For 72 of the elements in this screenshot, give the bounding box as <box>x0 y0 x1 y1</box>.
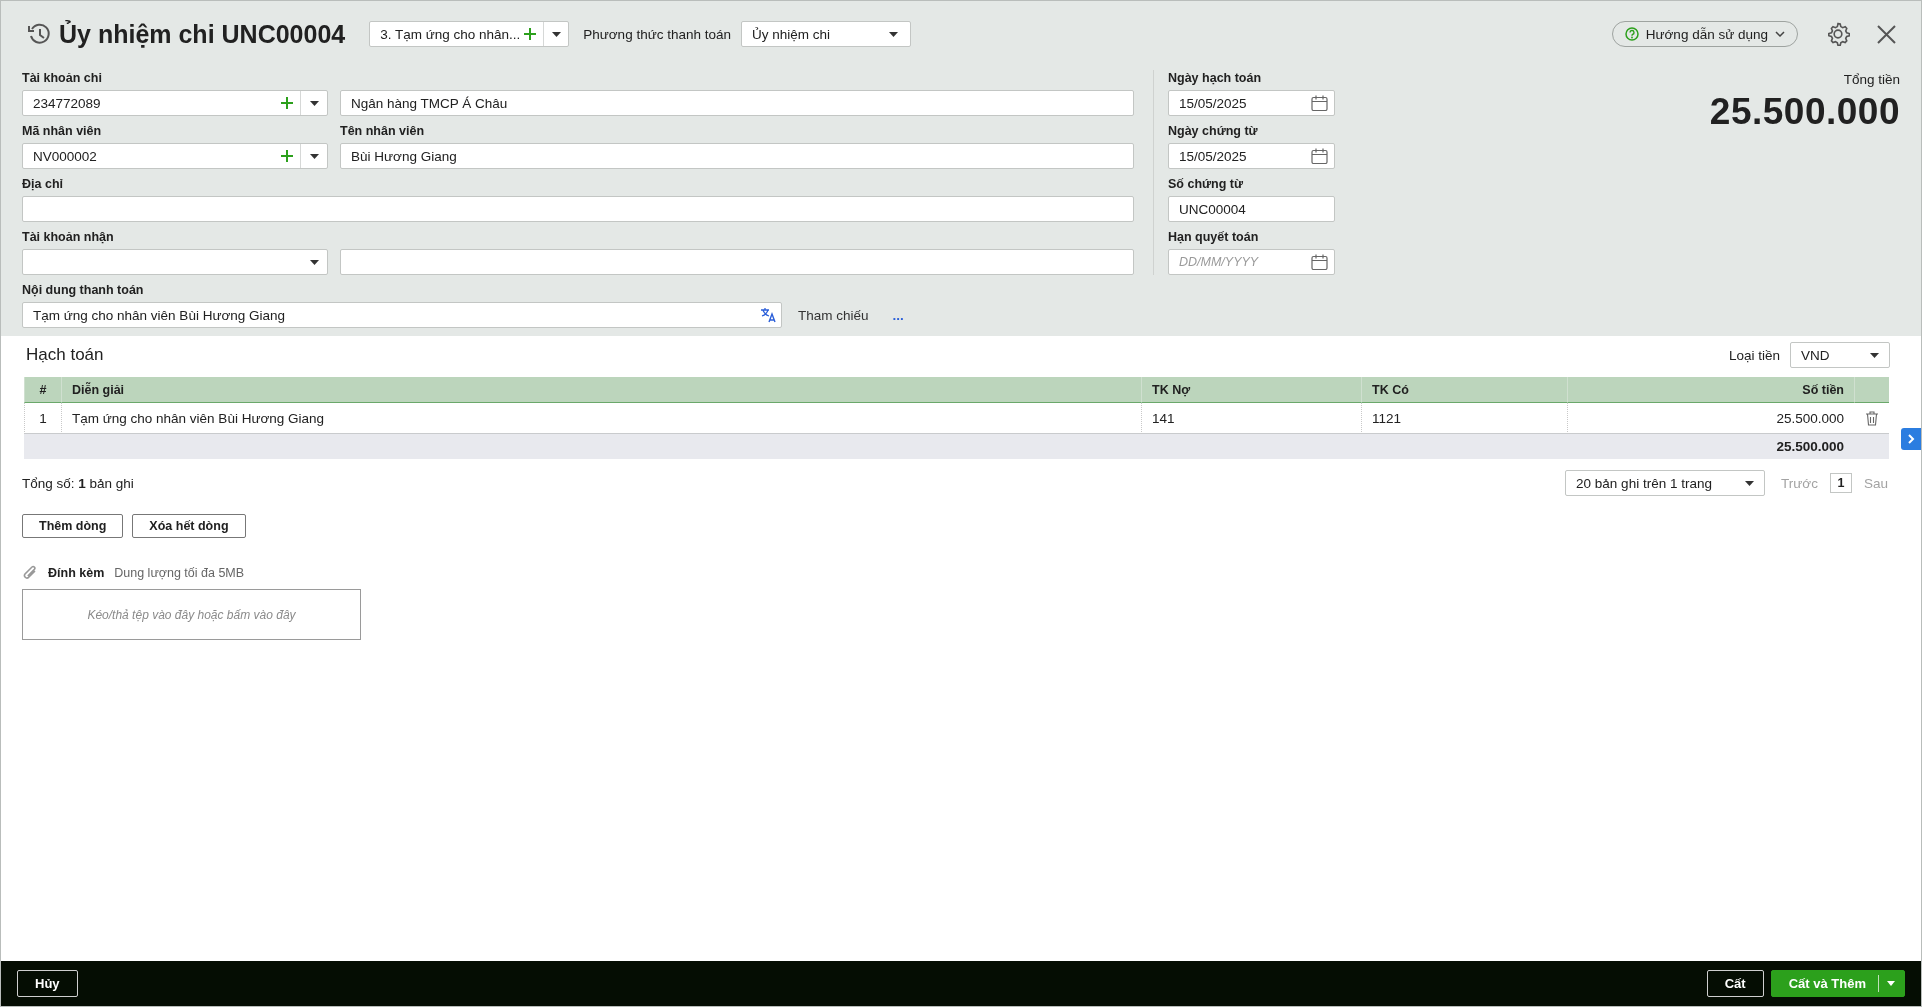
column-header: TK Nợ <box>1141 377 1361 403</box>
dropdown-field[interactable] <box>22 249 328 275</box>
input-field[interactable] <box>340 249 1134 275</box>
attachment-label: Đính kèm <box>48 566 105 580</box>
record-count: Tổng số: 1 bản ghi <box>22 475 134 491</box>
field-label: Ngày chứng từ <box>1168 123 1259 139</box>
paperclip-icon <box>22 565 38 581</box>
column-header: Số tiền <box>1567 377 1854 403</box>
total-label: Tổng tiền <box>1843 72 1900 87</box>
chevron-down-icon <box>1775 31 1785 37</box>
close-icon[interactable] <box>1876 23 1897 45</box>
caret-icon[interactable] <box>1870 352 1879 358</box>
field-label: Tài khoản chi <box>22 70 103 86</box>
calendar-icon[interactable] <box>1310 254 1328 270</box>
chevron-right-icon <box>1907 434 1915 444</box>
field-label: Tài khoản nhận <box>22 229 115 245</box>
row-action-button[interactable]: Xóa hết dòng <box>132 514 246 538</box>
input-field[interactable]: Tạm ứng cho nhân viên Bùi Hương Giang <box>22 302 782 328</box>
caret-icon[interactable] <box>889 31 898 37</box>
calendar-icon[interactable] <box>1310 95 1328 111</box>
history-icon <box>28 22 51 46</box>
trash-icon[interactable] <box>1864 410 1879 426</box>
combo-field[interactable]: NV000002 <box>22 143 328 169</box>
currency-label: Loại tiền <box>1728 347 1780 363</box>
field-label: Địa chỉ <box>22 176 64 192</box>
caret-icon[interactable] <box>309 100 319 106</box>
date-field[interactable]: 15/05/2025 <box>1168 143 1335 169</box>
caret-icon[interactable] <box>309 259 319 265</box>
field-label: Ngày hạch toán <box>1168 70 1263 86</box>
total-cell: 25.500.000 <box>24 434 1889 459</box>
field-label: Số chứng từ <box>1168 176 1245 192</box>
translate-icon[interactable] <box>760 307 776 323</box>
date-field[interactable]: 15/05/2025 <box>1168 90 1335 116</box>
field-label: Mã nhân viên <box>22 123 103 139</box>
section-title: Hạch toán <box>26 345 104 365</box>
currency-dropdown[interactable]: VND <box>1790 342 1890 368</box>
purpose-dropdown[interactable]: 3. Tạm ứng cho nhân... <box>369 21 570 47</box>
plus-icon[interactable] <box>523 27 538 41</box>
payment-method-label: Phương thức thanh toán <box>583 26 731 42</box>
size-limit-text: Dung lượng tối đa 5MB <box>114 566 245 580</box>
combo-field[interactable]: 234772089 <box>22 90 328 116</box>
expand-panel-tab[interactable] <box>1901 428 1921 450</box>
column-header: # <box>24 377 61 403</box>
settings-icon[interactable] <box>1826 22 1850 46</box>
column-header: Diễn giải <box>61 377 1141 403</box>
calendar-icon[interactable] <box>1310 148 1328 164</box>
page-number[interactable]: 1 <box>1829 473 1852 493</box>
total-amount: 25.500.000 <box>1709 91 1900 133</box>
cancel-button[interactable]: Hủy <box>17 970 78 997</box>
page-size-dropdown[interactable]: 20 bản ghi trên 1 trang <box>1565 470 1766 496</box>
input-field[interactable] <box>22 196 1134 222</box>
caret-icon[interactable] <box>309 153 319 159</box>
caret-icon[interactable] <box>551 31 561 37</box>
reference-link[interactable]: Tham chiếu <box>798 302 869 328</box>
input-field[interactable]: UNC00004 <box>1168 196 1335 222</box>
input-field[interactable]: Ngân hàng TMCP Á Châu <box>340 90 1134 116</box>
row-action-button[interactable]: Thêm dòng <box>22 514 124 538</box>
field-label: Nội dung thanh toán <box>22 282 145 298</box>
plus-icon[interactable] <box>280 96 294 110</box>
payment-method-dropdown[interactable]: Ủy nhiệm chi <box>741 21 911 47</box>
field-label: Tên nhân viên <box>340 123 426 139</box>
help-icon <box>1624 27 1639 41</box>
field-label: Hạn quyết toán <box>1168 229 1260 245</box>
window-title: Ủy nhiệm chi UNC00004 <box>59 19 346 49</box>
input-field[interactable]: Bùi Hương Giang <box>340 143 1134 169</box>
file-dropzone[interactable]: Kéo/thả tệp vào đây hoặc bấm vào đây <box>22 589 361 640</box>
caret-icon[interactable] <box>1745 480 1755 486</box>
more-button[interactable]: ... <box>892 302 904 328</box>
save-button[interactable]: Cất <box>1706 970 1764 997</box>
column-header <box>1854 377 1889 403</box>
column-header: TK Có <box>1361 377 1567 403</box>
plus-icon[interactable] <box>280 149 294 163</box>
